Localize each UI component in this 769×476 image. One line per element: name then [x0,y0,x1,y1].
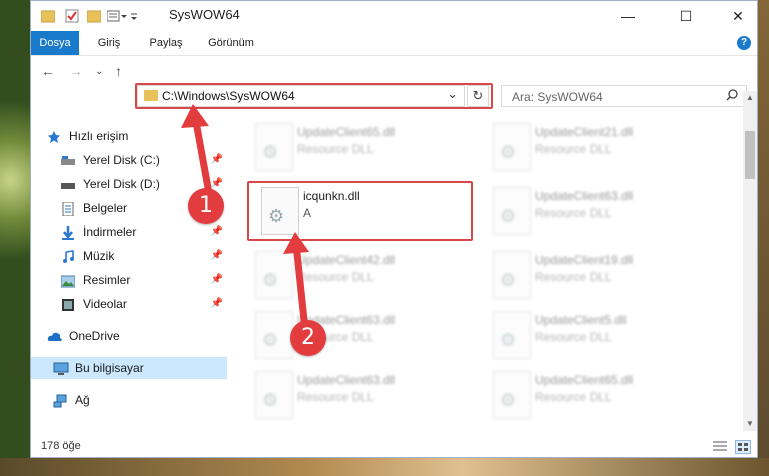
callout-arrows [181,104,309,331]
arrow-2 [292,243,309,331]
callout-badge-2: 2 [290,320,326,356]
arrow-1-head [181,104,209,128]
arrow-2-head [283,232,309,254]
callout-badge-1: 1 [188,188,224,224]
